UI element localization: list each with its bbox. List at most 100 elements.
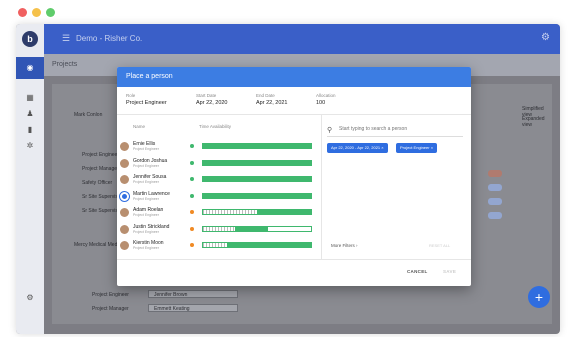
availability-fill <box>235 226 268 231</box>
meta-label: Start Date <box>196 93 217 98</box>
person-row[interactable]: Jennifer Sousa Project Engineer <box>117 172 317 188</box>
avatar <box>120 142 129 151</box>
availability-unavailable <box>203 226 236 231</box>
meta-allocation: Allocation 100 <box>316 93 336 106</box>
app-title: Demo - Risher Co. <box>76 34 143 43</box>
dialog-title: Place a person <box>126 73 173 80</box>
availability-fill <box>203 160 311 165</box>
availability-bar <box>202 176 312 182</box>
header-divider <box>117 114 471 115</box>
chip-label: Project Engineer <box>400 145 430 150</box>
status-dot <box>190 160 194 165</box>
close-icon[interactable]: × <box>381 145 383 150</box>
column-divider <box>321 115 322 259</box>
person-row[interactable]: Adam Roelan Project Engineer <box>117 205 317 221</box>
close-dot[interactable] <box>18 8 27 17</box>
menu-icon[interactable]: ☰ <box>62 33 70 44</box>
app-logo[interactable]: b <box>22 31 38 47</box>
bg-pill <box>488 212 502 219</box>
chevron-right-icon: › <box>356 243 358 248</box>
meta-value: Project Engineer <box>126 100 167 106</box>
footer-divider <box>117 259 471 260</box>
bg-row-label: Project Engineer <box>82 152 119 158</box>
chip-label: Apr 22, 2020 - Apr 22, 2021 <box>331 145 381 150</box>
bg-row-label: Mark Conlon <box>74 112 103 118</box>
page-title: Projects <box>52 61 78 68</box>
reset-all-button[interactable]: RESET ALL <box>429 243 450 248</box>
bg-row-label: Safety Officer <box>82 180 113 186</box>
settings-bottom-icon[interactable]: ⚙ <box>25 294 35 302</box>
person-search[interactable]: ⚲ <box>327 125 463 137</box>
availability-fill <box>226 243 311 247</box>
meta-value: 100 <box>316 100 326 106</box>
person-row[interactable]: Gordon Joshua Project Engineer <box>117 156 317 172</box>
place-person-dialog: Place a person Role Project Engineer Sta… <box>117 67 471 286</box>
filter-chip-role[interactable]: Project Engineer × <box>396 143 438 153</box>
bg-row-label: Project Manager <box>82 166 119 172</box>
person-role: Project Engineer <box>133 147 159 151</box>
column-header-name: Name <box>133 124 146 129</box>
avatar <box>120 191 129 201</box>
person-row[interactable]: Martin Lawrence Project Engineer <box>117 189 317 205</box>
status-dot <box>190 210 194 214</box>
person-row[interactable]: Justin Strickland Project Engineer <box>117 222 317 238</box>
meta-value: Apr 22, 2020 <box>196 100 228 106</box>
maximize-dot[interactable] <box>46 8 55 17</box>
people-icon[interactable]: ♟ <box>25 110 35 118</box>
meta-label: Allocation <box>316 93 336 98</box>
availability-fill <box>203 144 311 148</box>
person-role: Project Engineer <box>133 213 159 217</box>
home-icon[interactable]: ◉ <box>25 64 35 72</box>
availability-fill <box>203 177 311 181</box>
cancel-button[interactable]: CANCEL <box>407 269 428 274</box>
top-bar: ☰ Demo - Risher Co. ⚙ <box>44 24 560 54</box>
gear-icon[interactable]: ✲ <box>25 142 35 150</box>
left-rail: b ◉ ▦ ♟ ▮ ✲ ⚙ <box>16 24 44 334</box>
avatar <box>120 208 129 217</box>
person-row[interactable]: Ernie Ellis Project Engineer <box>117 139 317 155</box>
search-input[interactable] <box>339 126 459 132</box>
availability-unavailable <box>203 210 257 214</box>
chart-icon[interactable]: ▮ <box>25 126 35 134</box>
avatar <box>120 224 129 234</box>
status-dot <box>190 144 194 148</box>
avatar <box>120 175 129 184</box>
bg-view-option[interactable]: Expanded view <box>522 116 552 128</box>
window-controls <box>18 8 55 17</box>
more-filters-button[interactable]: More Filters › <box>331 243 358 248</box>
search-icon: ⚲ <box>327 127 333 134</box>
availability-bar <box>202 159 312 166</box>
availability-bar <box>202 242 312 248</box>
status-dot <box>190 177 194 181</box>
bg-row-label: Project Engineer <box>92 292 129 298</box>
save-button[interactable]: SAVE <box>443 269 456 274</box>
person-row[interactable]: Kierstin Moon Project Engineer <box>117 238 317 254</box>
meta-end-date: End Date Apr 22, 2021 <box>256 93 288 106</box>
bg-field-value: Emmett Keating <box>154 306 190 312</box>
column-header-availability: Time Availability <box>199 124 232 129</box>
person-role: Project Engineer <box>133 163 159 168</box>
filter-chip-dates[interactable]: Apr 22, 2020 - Apr 22, 2021 × <box>327 143 388 153</box>
screenshot-frame: b ◉ ▦ ♟ ▮ ✲ ⚙ ☰ Demo - Risher Co. ⚙ Proj… <box>0 0 574 337</box>
add-fab-button[interactable]: + <box>528 286 550 308</box>
bg-field-value: Jennifer Brown <box>154 292 188 298</box>
gear-icon[interactable]: ⚙ <box>541 32 550 43</box>
status-dot <box>190 193 194 198</box>
close-icon[interactable]: × <box>431 145 433 150</box>
minimize-dot[interactable] <box>32 8 41 17</box>
meta-label: End Date <box>256 93 275 98</box>
person-role: Project Engineer <box>133 196 159 201</box>
availability-bar <box>202 225 312 232</box>
meta-role: Role Project Engineer <box>126 93 167 106</box>
availability-fill <box>203 193 311 198</box>
avatar <box>120 158 129 168</box>
bg-pill <box>488 198 502 205</box>
grid-icon[interactable]: ▦ <box>25 94 35 102</box>
avatar <box>120 241 129 250</box>
bg-pill <box>488 184 502 191</box>
person-role: Project Engineer <box>133 246 159 250</box>
availability-unavailable <box>203 243 227 247</box>
status-dot <box>190 243 194 247</box>
availability-bar <box>202 192 312 199</box>
bg-pill <box>488 170 502 177</box>
